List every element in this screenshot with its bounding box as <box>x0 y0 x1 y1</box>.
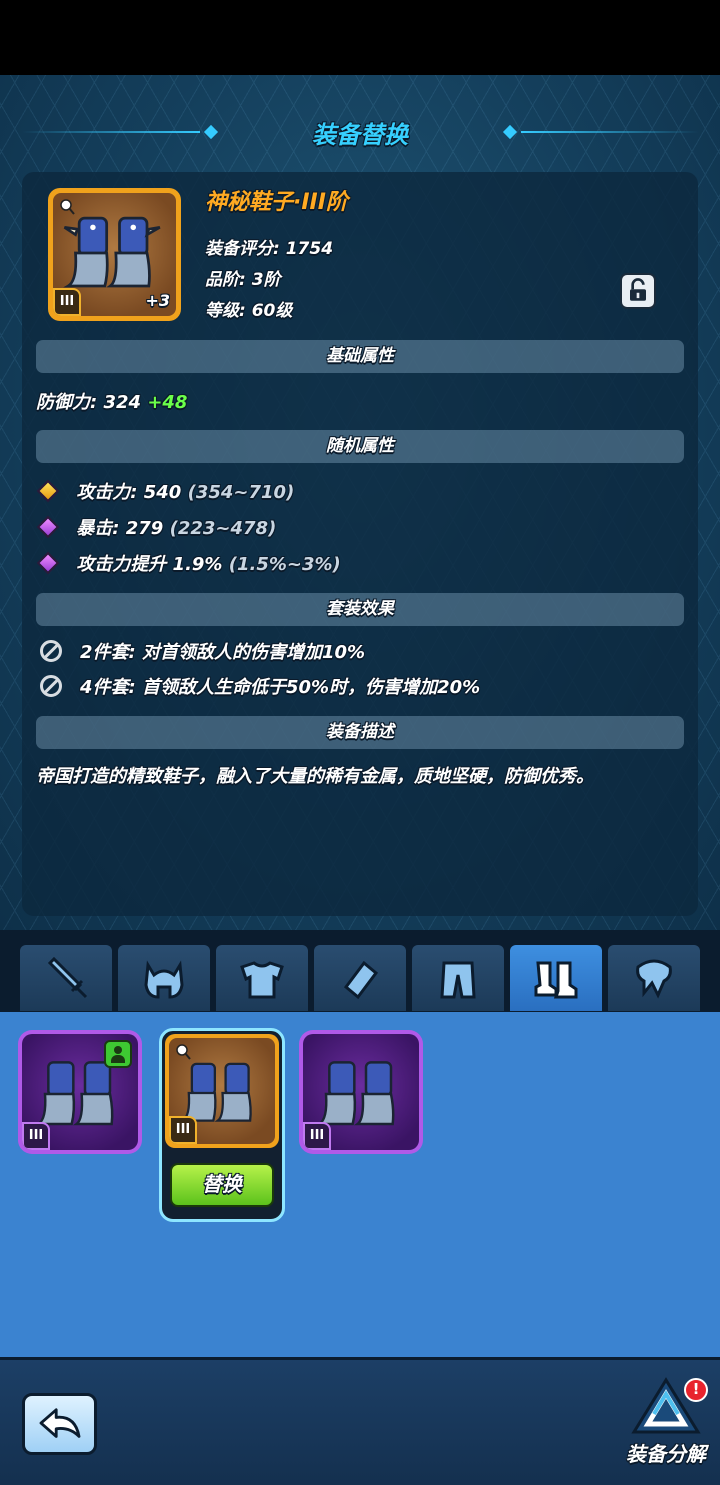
tab-weapon[interactable] <box>20 945 112 1011</box>
selected-inventory-slot[interactable]: III 替换 <box>159 1028 285 1222</box>
set-effect-row: 2件套: 对首领敌人的伤害增加10% <box>40 638 365 664</box>
tier-badge: III <box>53 288 81 316</box>
purple-gem-icon <box>36 551 60 575</box>
bracer-icon <box>343 960 379 1000</box>
armor-icon <box>240 961 284 999</box>
random-stat-label: 攻击力: 540 <box>76 482 182 503</box>
tab-pants[interactable] <box>412 945 504 1011</box>
salvage-button[interactable]: ! 装备分解 <box>616 1370 716 1480</box>
title-line-right <box>521 131 699 133</box>
inactive-icon <box>40 675 62 697</box>
random-stat-label: 攻击力提升 1.9% <box>76 554 223 575</box>
status-bar <box>0 0 720 75</box>
item-grade: 品阶: 3阶 <box>205 270 281 290</box>
inactive-icon <box>40 640 62 662</box>
defense-bonus: +48 <box>147 392 188 413</box>
item-icon-frame: III +3 <box>48 188 181 321</box>
random-stat-row: 攻击力: 540 (354~710) <box>36 478 295 504</box>
inventory-grid: III III 替换 III <box>0 1012 720 1357</box>
section-set-effects: 套装效果 <box>36 593 684 626</box>
random-stat-row: 暴击: 279 (223~478) <box>36 514 277 540</box>
equipment-category-tabs <box>0 930 720 1012</box>
replace-button[interactable]: 替换 <box>170 1163 274 1207</box>
defense-stat: 防御力: 324 +48 <box>36 388 187 414</box>
tier-badge: III <box>22 1122 50 1150</box>
section-base-attributes: 基础属性 <box>36 340 684 373</box>
enhance-level: +3 <box>145 291 170 310</box>
back-button[interactable] <box>22 1393 97 1455</box>
tab-armor[interactable] <box>216 945 308 1011</box>
boots-icon <box>534 961 578 999</box>
random-stat-row: 攻击力提升 1.9% (1.5%~3%) <box>36 550 341 576</box>
necklace-icon <box>636 959 672 999</box>
tier-badge: III <box>169 1116 197 1144</box>
equipment-score: 装备评分: 1754 <box>205 239 334 259</box>
section-random-attributes: 随机属性 <box>36 430 684 463</box>
item-info-card: III +3 神秘鞋子·III阶 装备评分: 1754 品阶: 3阶 等级: 6… <box>22 172 698 916</box>
back-arrow-icon <box>39 1408 81 1438</box>
unlock-icon <box>630 278 646 301</box>
tab-boots[interactable] <box>510 945 602 1011</box>
salvage-label: 装备分解 <box>626 1442 706 1466</box>
section-description: 装备描述 <box>36 716 684 749</box>
random-stat-range: (223~478) <box>169 518 277 539</box>
purple-gem-icon <box>36 515 60 539</box>
item-description: 帝国打造的精致鞋子，融入了大量的稀有金属，质地坚硬，防御优秀。 <box>36 766 594 787</box>
gold-gem-icon <box>36 479 60 503</box>
set-effect-text: 2件套: 对首领敌人的伤害增加10% <box>80 642 366 663</box>
random-stat-label: 暴击: 279 <box>76 518 164 539</box>
tier-badge: III <box>303 1122 331 1150</box>
pants-icon <box>440 961 476 999</box>
equipped-badge-icon <box>104 1040 132 1068</box>
helmet-icon <box>144 960 184 999</box>
tab-helmet[interactable] <box>118 945 210 1011</box>
tab-bracer[interactable] <box>314 945 406 1011</box>
inventory-slot[interactable]: III <box>18 1030 142 1154</box>
set-effect-text: 4件套: 首领敌人生命低于50%时，伤害增加20% <box>80 677 481 698</box>
tab-necklace[interactable] <box>608 945 700 1011</box>
item-name: 神秘鞋子·III阶 <box>205 190 348 215</box>
sword-icon <box>47 957 88 999</box>
random-stat-range: (354~710) <box>187 482 295 503</box>
alert-badge: ! <box>684 1378 708 1402</box>
boots-icon <box>63 216 161 288</box>
bottom-bar: ! 装备分解 <box>0 1357 720 1485</box>
set-effect-row: 4件套: 首领敌人生命低于50%时，伤害增加20% <box>40 673 480 699</box>
item-level: 等级: 60级 <box>205 301 293 321</box>
inventory-slot[interactable]: III <box>299 1030 423 1154</box>
random-stat-range: (1.5%~3%) <box>228 554 341 575</box>
defense-label: 防御力: 324 <box>36 392 142 413</box>
equipment-detail-panel: 装备替换 III +3 神秘鞋子·III阶 装备评分: 1754 品阶: 3阶 … <box>0 75 720 930</box>
lock-button[interactable] <box>620 273 656 309</box>
